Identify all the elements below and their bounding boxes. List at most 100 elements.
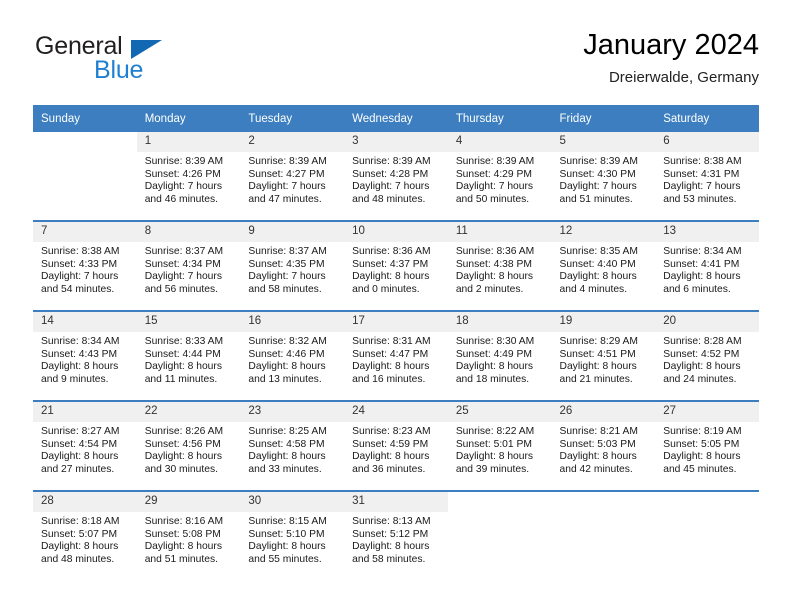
day-details: Sunrise: 8:39 AM Sunset: 4:26 PM Daylight:…: [137, 152, 241, 206]
calendar-day-cell[interactable]: 17 Sunrise: 8:31 AM Sunset: 4:47 PM Dayligh…: [344, 310, 448, 401]
daylight-text-line1: Daylight: 8 hours: [248, 541, 326, 553]
calendar-day-cell[interactable]: 19 Sunrise: 8:29 AM Sunset: 4:51 PM Dayligh…: [551, 310, 656, 401]
day-number: 3: [344, 132, 448, 152]
daylight-text-line2: and 4 minutes.: [559, 283, 628, 295]
sunrise-text: Sunrise: 8:23 AM: [352, 426, 431, 437]
sunrise-text: Sunrise: 8:30 AM: [455, 336, 535, 347]
sunrise-text: Sunrise: 8:25 AM: [248, 426, 327, 437]
calendar-day-cell[interactable]: 18 Sunrise: 8:30 AM Sunset: 4:49 PM Dayligh…: [447, 310, 552, 401]
day-number: 23: [240, 402, 345, 422]
calendar-day-cell[interactable]: 23 Sunrise: 8:25 AM Sunset: 4:58 PM Dayligh…: [240, 400, 345, 491]
day-number: 10: [344, 222, 448, 242]
calendar-day-cell[interactable]: 26 Sunrise: 8:21 AM Sunset: 5:03 PM Dayligh…: [551, 400, 656, 491]
day-details: Sunrise: 8:23 AM Sunset: 4:59 PM Daylight:…: [344, 422, 448, 476]
daylight-text-line1: Daylight: 8 hours: [559, 451, 637, 463]
calendar-day-cell[interactable]: [33, 132, 137, 221]
daylight-text-line2: and 2 minutes.: [455, 283, 524, 295]
day-details: Sunrise: 8:38 AM Sunset: 4:31 PM Daylight:…: [655, 152, 759, 206]
calendar-day-cell[interactable]: [551, 490, 656, 580]
weekday-header-thursday: Thursday: [447, 105, 552, 132]
daylight-text-line2: and 36 minutes.: [352, 463, 426, 475]
sunset-text: Sunset: 4:46 PM: [248, 348, 325, 360]
brand-logo[interactable]: General Blue: [33, 28, 293, 90]
day-details: Sunrise: 8:27 AM Sunset: 4:54 PM Daylight:…: [33, 422, 137, 476]
calendar-day-cell[interactable]: 30 Sunrise: 8:15 AM Sunset: 5:10 PM Dayligh…: [240, 490, 345, 580]
daylight-text-line1: Daylight: 7 hours: [455, 181, 534, 193]
calendar-day-cell[interactable]: 2 Sunrise: 8:39 AM Sunset: 4:27 PM Daylight…: [240, 132, 345, 221]
calendar-day-cell[interactable]: 5 Sunrise: 8:39 AM Sunset: 4:30 PM Daylight…: [551, 132, 656, 221]
day-number: 11: [447, 222, 552, 242]
day-number: 15: [136, 312, 241, 332]
daylight-text-line1: Daylight: 7 hours: [248, 271, 326, 283]
daylight-text-line1: Daylight: 8 hours: [559, 361, 637, 373]
daylight-text-line2: and 54 minutes.: [41, 283, 115, 295]
day-details: Sunrise: 8:39 AM Sunset: 4:27 PM Daylight:…: [240, 152, 344, 206]
day-details: Sunrise: 8:37 AM Sunset: 4:35 PM Daylight:…: [240, 242, 344, 296]
day-details: Sunrise: 8:32 AM Sunset: 4:46 PM Daylight:…: [240, 332, 344, 386]
day-details: Sunrise: 8:22 AM Sunset: 5:01 PM Daylight:…: [448, 422, 552, 476]
daylight-text-line1: Daylight: 8 hours: [41, 541, 119, 553]
day-details: Sunrise: 8:30 AM Sunset: 4:49 PM Daylight:…: [448, 332, 552, 386]
daylight-text-line1: Daylight: 8 hours: [144, 541, 222, 553]
calendar-day-cell[interactable]: 7 Sunrise: 8:38 AM Sunset: 4:33 PM Daylight…: [33, 220, 137, 311]
day-number: [552, 492, 656, 512]
calendar-week-row: 7 Sunrise: 8:38 AM Sunset: 4:33 PM Daylight…: [33, 220, 759, 311]
sunrise-text: Sunrise: 8:38 AM: [41, 246, 120, 257]
calendar-day-cell[interactable]: 20 Sunrise: 8:28 AM Sunset: 4:52 PM Dayligh…: [655, 310, 759, 401]
sunrise-text: Sunrise: 8:19 AM: [663, 426, 742, 437]
calendar-day-cell[interactable]: 4 Sunrise: 8:39 AM Sunset: 4:29 PM Daylight…: [447, 132, 552, 221]
calendar-day-cell[interactable]: 14 Sunrise: 8:34 AM Sunset: 4:43 PM Dayligh…: [33, 310, 137, 401]
page-subtitle: Dreierwalde, Germany: [608, 69, 759, 86]
sunrise-text: Sunrise: 8:39 AM: [352, 156, 431, 167]
daylight-text-line2: and 55 minutes.: [248, 553, 322, 565]
calendar-day-cell[interactable]: 21 Sunrise: 8:27 AM Sunset: 4:54 PM Dayligh…: [33, 400, 137, 491]
daylight-text-line2: and 47 minutes.: [248, 193, 322, 205]
daylight-text-line2: and 51 minutes.: [559, 193, 633, 205]
daylight-text-line2: and 42 minutes.: [559, 463, 633, 475]
sunset-text: Sunset: 4:54 PM: [41, 438, 118, 450]
calendar-day-cell[interactable]: 13 Sunrise: 8:34 AM Sunset: 4:41 PM Dayligh…: [655, 220, 759, 311]
sunset-text: Sunset: 5:03 PM: [559, 438, 636, 450]
day-details: Sunrise: 8:13 AM Sunset: 5:12 PM Daylight:…: [344, 512, 448, 566]
calendar-day-cell[interactable]: 15 Sunrise: 8:33 AM Sunset: 4:44 PM Dayligh…: [136, 310, 241, 401]
calendar-day-cell[interactable]: 10 Sunrise: 8:36 AM Sunset: 4:37 PM Dayligh…: [344, 220, 448, 311]
sunrise-text: Sunrise: 8:27 AM: [41, 426, 120, 437]
sunrise-text: Sunrise: 8:29 AM: [559, 336, 638, 347]
sunrise-text: Sunrise: 8:38 AM: [663, 156, 742, 167]
calendar-day-cell[interactable]: 27 Sunrise: 8:19 AM Sunset: 5:05 PM Dayligh…: [655, 400, 759, 491]
calendar-day-cell[interactable]: 8 Sunrise: 8:37 AM Sunset: 4:34 PM Daylight…: [136, 220, 241, 311]
calendar-day-cell[interactable]: 3 Sunrise: 8:39 AM Sunset: 4:28 PM Daylight…: [344, 132, 448, 221]
calendar-day-cell[interactable]: 11 Sunrise: 8:36 AM Sunset: 4:38 PM Dayligh…: [447, 220, 552, 311]
day-number: 26: [551, 402, 656, 422]
calendar-day-cell[interactable]: 28 Sunrise: 8:18 AM Sunset: 5:07 PM Dayligh…: [33, 490, 137, 580]
calendar-day-cell[interactable]: 9 Sunrise: 8:37 AM Sunset: 4:35 PM Daylight…: [240, 220, 345, 311]
calendar-day-cell[interactable]: 31 Sunrise: 8:13 AM Sunset: 5:12 PM Dayligh…: [344, 490, 448, 580]
sunrise-text: Sunrise: 8:35 AM: [559, 246, 638, 257]
calendar-day-cell[interactable]: 16 Sunrise: 8:32 AM Sunset: 4:46 PM Dayligh…: [240, 310, 345, 401]
sunset-text: Sunset: 4:52 PM: [663, 348, 740, 360]
sunrise-text: Sunrise: 8:34 AM: [41, 336, 120, 347]
sunrise-text: Sunrise: 8:31 AM: [352, 336, 431, 347]
sunset-text: Sunset: 4:59 PM: [352, 438, 429, 450]
day-number: 17: [344, 312, 448, 332]
calendar-day-cell[interactable]: 1 Sunrise: 8:39 AM Sunset: 4:26 PM Daylight…: [136, 132, 241, 221]
calendar-day-cell[interactable]: 24 Sunrise: 8:23 AM Sunset: 4:59 PM Dayligh…: [344, 400, 448, 491]
page-title: January 2024: [583, 29, 759, 61]
sunrise-text: Sunrise: 8:13 AM: [352, 516, 431, 527]
daylight-text-line1: Daylight: 8 hours: [352, 451, 430, 463]
daylight-text-line2: and 30 minutes.: [144, 463, 218, 475]
calendar-day-cell[interactable]: [447, 490, 552, 580]
daylight-text-line1: Daylight: 8 hours: [455, 451, 534, 463]
calendar-day-cell[interactable]: [655, 490, 759, 580]
day-number: 29: [136, 492, 241, 512]
calendar-day-cell[interactable]: 25 Sunrise: 8:22 AM Sunset: 5:01 PM Dayligh…: [447, 400, 552, 491]
calendar-day-cell[interactable]: 22 Sunrise: 8:26 AM Sunset: 4:56 PM Dayligh…: [136, 400, 241, 491]
sunset-text: Sunset: 4:43 PM: [41, 348, 118, 360]
daylight-text-line1: Daylight: 8 hours: [663, 451, 741, 463]
calendar-day-cell[interactable]: 12 Sunrise: 8:35 AM Sunset: 4:40 PM Dayligh…: [551, 220, 656, 311]
calendar-day-cell[interactable]: 6 Sunrise: 8:38 AM Sunset: 4:31 PM Daylight…: [655, 132, 759, 221]
page-header: General Blue January 2024 Dreierwalde, G…: [33, 28, 759, 98]
calendar-day-cell[interactable]: 29 Sunrise: 8:16 AM Sunset: 5:08 PM Dayligh…: [136, 490, 241, 580]
sunrise-text: Sunrise: 8:28 AM: [663, 336, 742, 347]
sunset-text: Sunset: 5:10 PM: [248, 528, 325, 540]
